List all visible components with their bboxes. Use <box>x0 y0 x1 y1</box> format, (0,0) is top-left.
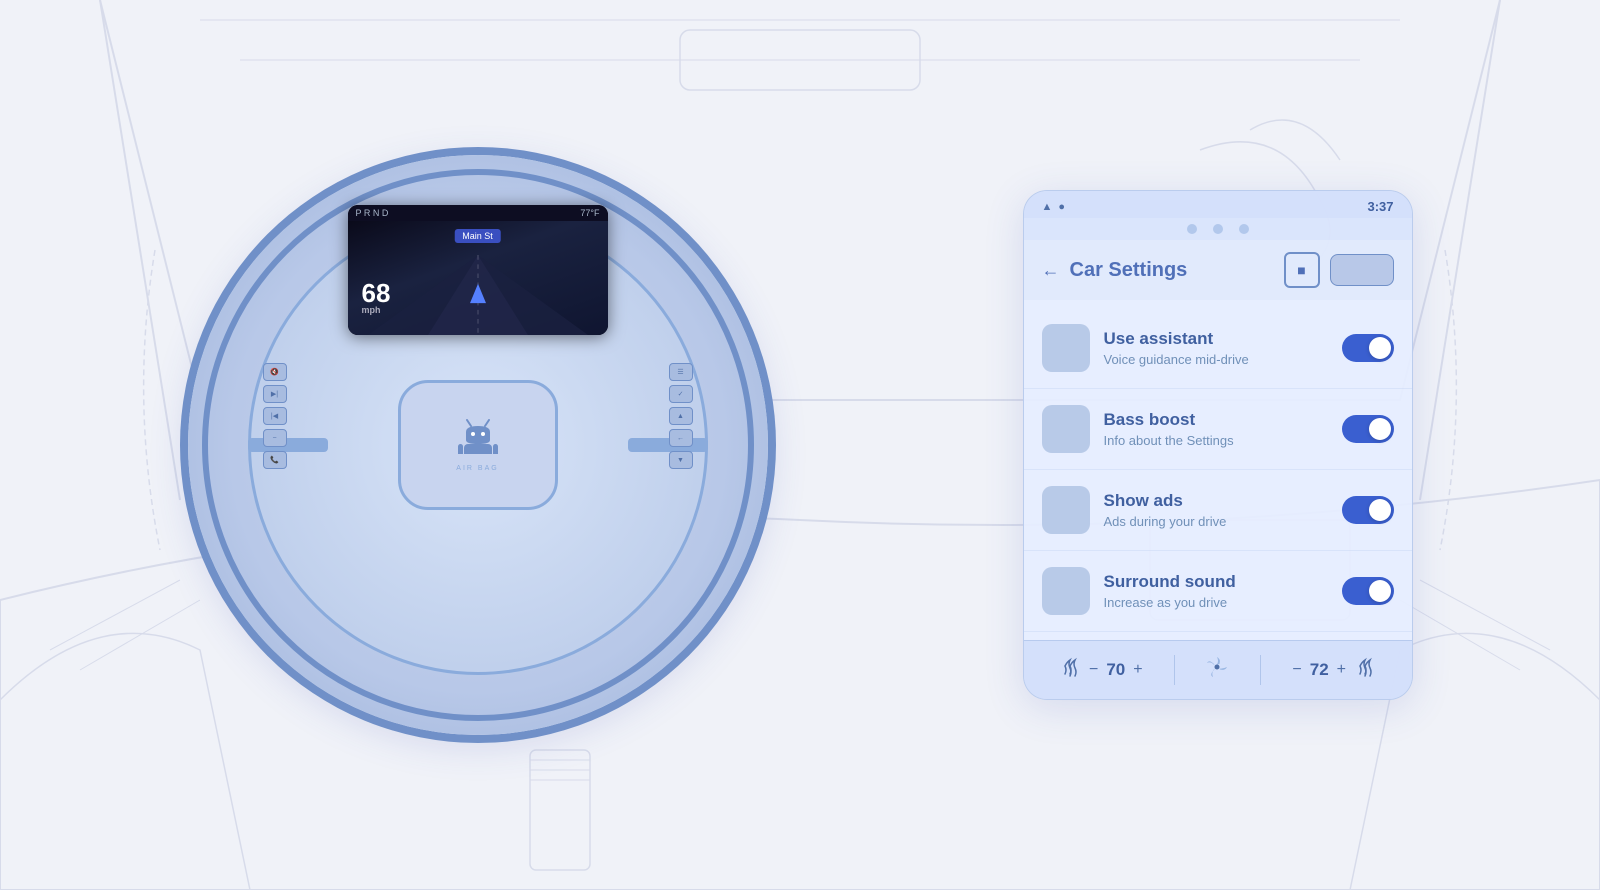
notch-dot-1 <box>1187 224 1197 234</box>
bass-boost-toggle-knob <box>1369 418 1391 440</box>
use-assistant-toggle-knob <box>1369 337 1391 359</box>
left-temp-plus[interactable]: + <box>1133 661 1142 679</box>
surround-sound-text: Surround sound Increase as you drive <box>1104 572 1328 610</box>
notch-row <box>1024 218 1412 240</box>
header-left: ← Car Settings <box>1042 259 1188 282</box>
use-assistant-text: Use assistant Voice guidance mid-drive <box>1104 329 1328 367</box>
left-controls: 🔇 ▶| |◀ − 📞 <box>263 363 287 469</box>
right-temp: 72 <box>1310 660 1329 680</box>
status-left: ▲ ● <box>1042 201 1066 213</box>
wheel-outer-ring: P R N D 77°F Main St <box>188 155 768 735</box>
up-btn[interactable]: ▲ <box>669 407 693 425</box>
show-ads-text: Show ads Ads during your drive <box>1104 491 1328 529</box>
app-header: ← Car Settings ■ <box>1024 240 1412 300</box>
steering-wheel-section: P R N D 77°F Main St <box>188 155 768 735</box>
wifi-icon: ● <box>1058 201 1065 213</box>
back-btn[interactable]: ← <box>669 429 693 447</box>
header-rect-button[interactable] <box>1330 254 1394 286</box>
climate-left: − 70 + <box>1059 656 1143 684</box>
header-right: ■ <box>1284 252 1394 288</box>
show-ads-icon-box <box>1042 486 1090 534</box>
menu-btn[interactable]: ☰ <box>669 363 693 381</box>
setting-item-use-assistant: Use assistant Voice guidance mid-drive <box>1024 308 1412 389</box>
climate-bar: − 70 + <box>1024 640 1412 699</box>
show-ads-title: Show ads <box>1104 491 1328 511</box>
surround-sound-toggle[interactable] <box>1342 577 1394 605</box>
mute-btn[interactable]: 🔇 <box>263 363 287 381</box>
stop-button[interactable]: ■ <box>1284 252 1320 288</box>
bass-boost-toggle[interactable] <box>1342 415 1394 443</box>
setting-item-surround-sound: Surround sound Increase as you drive <box>1024 551 1412 632</box>
bass-boost-icon-box <box>1042 405 1090 453</box>
prev-btn[interactable]: |◀ <box>263 407 287 425</box>
use-assistant-subtitle: Voice guidance mid-drive <box>1104 352 1328 367</box>
use-assistant-title: Use assistant <box>1104 329 1328 349</box>
phone-status-bar: ▲ ● 3:37 <box>1024 191 1412 218</box>
speed-display: 68 mph <box>362 280 391 315</box>
stop-icon: ■ <box>1297 262 1305 278</box>
notch-dot-3 <box>1239 224 1249 234</box>
back-button[interactable]: ← <box>1042 260 1060 281</box>
setting-item-show-ads: Show ads Ads during your drive <box>1024 470 1412 551</box>
heat-left-icon <box>1059 656 1081 684</box>
bass-boost-title: Bass boost <box>1104 410 1328 430</box>
notch-dot-2 <box>1213 224 1223 234</box>
climate-center <box>1205 655 1229 685</box>
airbag-label: AIR BAG <box>456 465 498 472</box>
check-btn[interactable]: ✓ <box>669 385 693 403</box>
signal-icon: ▲ <box>1042 201 1053 213</box>
spoke-left <box>248 438 328 452</box>
display-gear: P R N D <box>356 208 389 218</box>
right-temp-minus[interactable]: − <box>1292 661 1301 679</box>
settings-phone: ▲ ● 3:37 ← Car Settings ■ <box>1023 190 1413 700</box>
status-time: 3:37 <box>1367 199 1393 214</box>
climate-divider-right <box>1260 655 1261 685</box>
wheel-hub: AIR BAG <box>398 380 558 510</box>
use-assistant-toggle[interactable] <box>1342 334 1394 362</box>
surround-sound-toggle-knob <box>1369 580 1391 602</box>
use-assistant-icon-box <box>1042 324 1090 372</box>
climate-right-control: − 72 + <box>1292 660 1346 680</box>
phone-btn[interactable]: 📞 <box>263 451 287 469</box>
settings-list: Use assistant Voice guidance mid-drive B… <box>1024 300 1412 640</box>
wheel-display: P R N D 77°F Main St <box>348 205 608 335</box>
climate-divider-left <box>1174 655 1175 685</box>
right-controls: ☰ ✓ ▲ ← ▼ <box>669 363 693 469</box>
fan-icon <box>1205 655 1229 685</box>
vol-down-btn[interactable]: − <box>263 429 287 447</box>
display-top-bar: P R N D 77°F <box>348 205 608 221</box>
heat-right-icon <box>1354 656 1376 684</box>
bass-boost-text: Bass boost Info about the Settings <box>1104 410 1328 448</box>
surround-sound-subtitle: Increase as you drive <box>1104 595 1328 610</box>
setting-item-bass-boost: Bass boost Info about the Settings <box>1024 389 1412 470</box>
main-container: P R N D 77°F Main St <box>0 0 1600 890</box>
left-temp-minus[interactable]: − <box>1089 661 1098 679</box>
android-logo <box>458 418 498 461</box>
show-ads-toggle[interactable] <box>1342 496 1394 524</box>
spoke-right <box>628 438 708 452</box>
nav-area: Main St 68 mph <box>348 221 608 335</box>
surround-sound-title: Surround sound <box>1104 572 1328 592</box>
vol-up-btn[interactable]: ▶| <box>263 385 287 403</box>
bass-boost-subtitle: Info about the Settings <box>1104 433 1328 448</box>
show-ads-subtitle: Ads during your drive <box>1104 514 1328 529</box>
display-temp: 77°F <box>580 208 599 218</box>
surround-sound-icon-box <box>1042 567 1090 615</box>
down-btn[interactable]: ▼ <box>669 451 693 469</box>
climate-right: − 72 + <box>1292 656 1376 684</box>
page-title: Car Settings <box>1070 259 1188 282</box>
show-ads-toggle-knob <box>1369 499 1391 521</box>
climate-left-control: − 70 + <box>1089 660 1143 680</box>
left-temp: 70 <box>1106 660 1125 680</box>
right-temp-plus[interactable]: + <box>1337 661 1346 679</box>
